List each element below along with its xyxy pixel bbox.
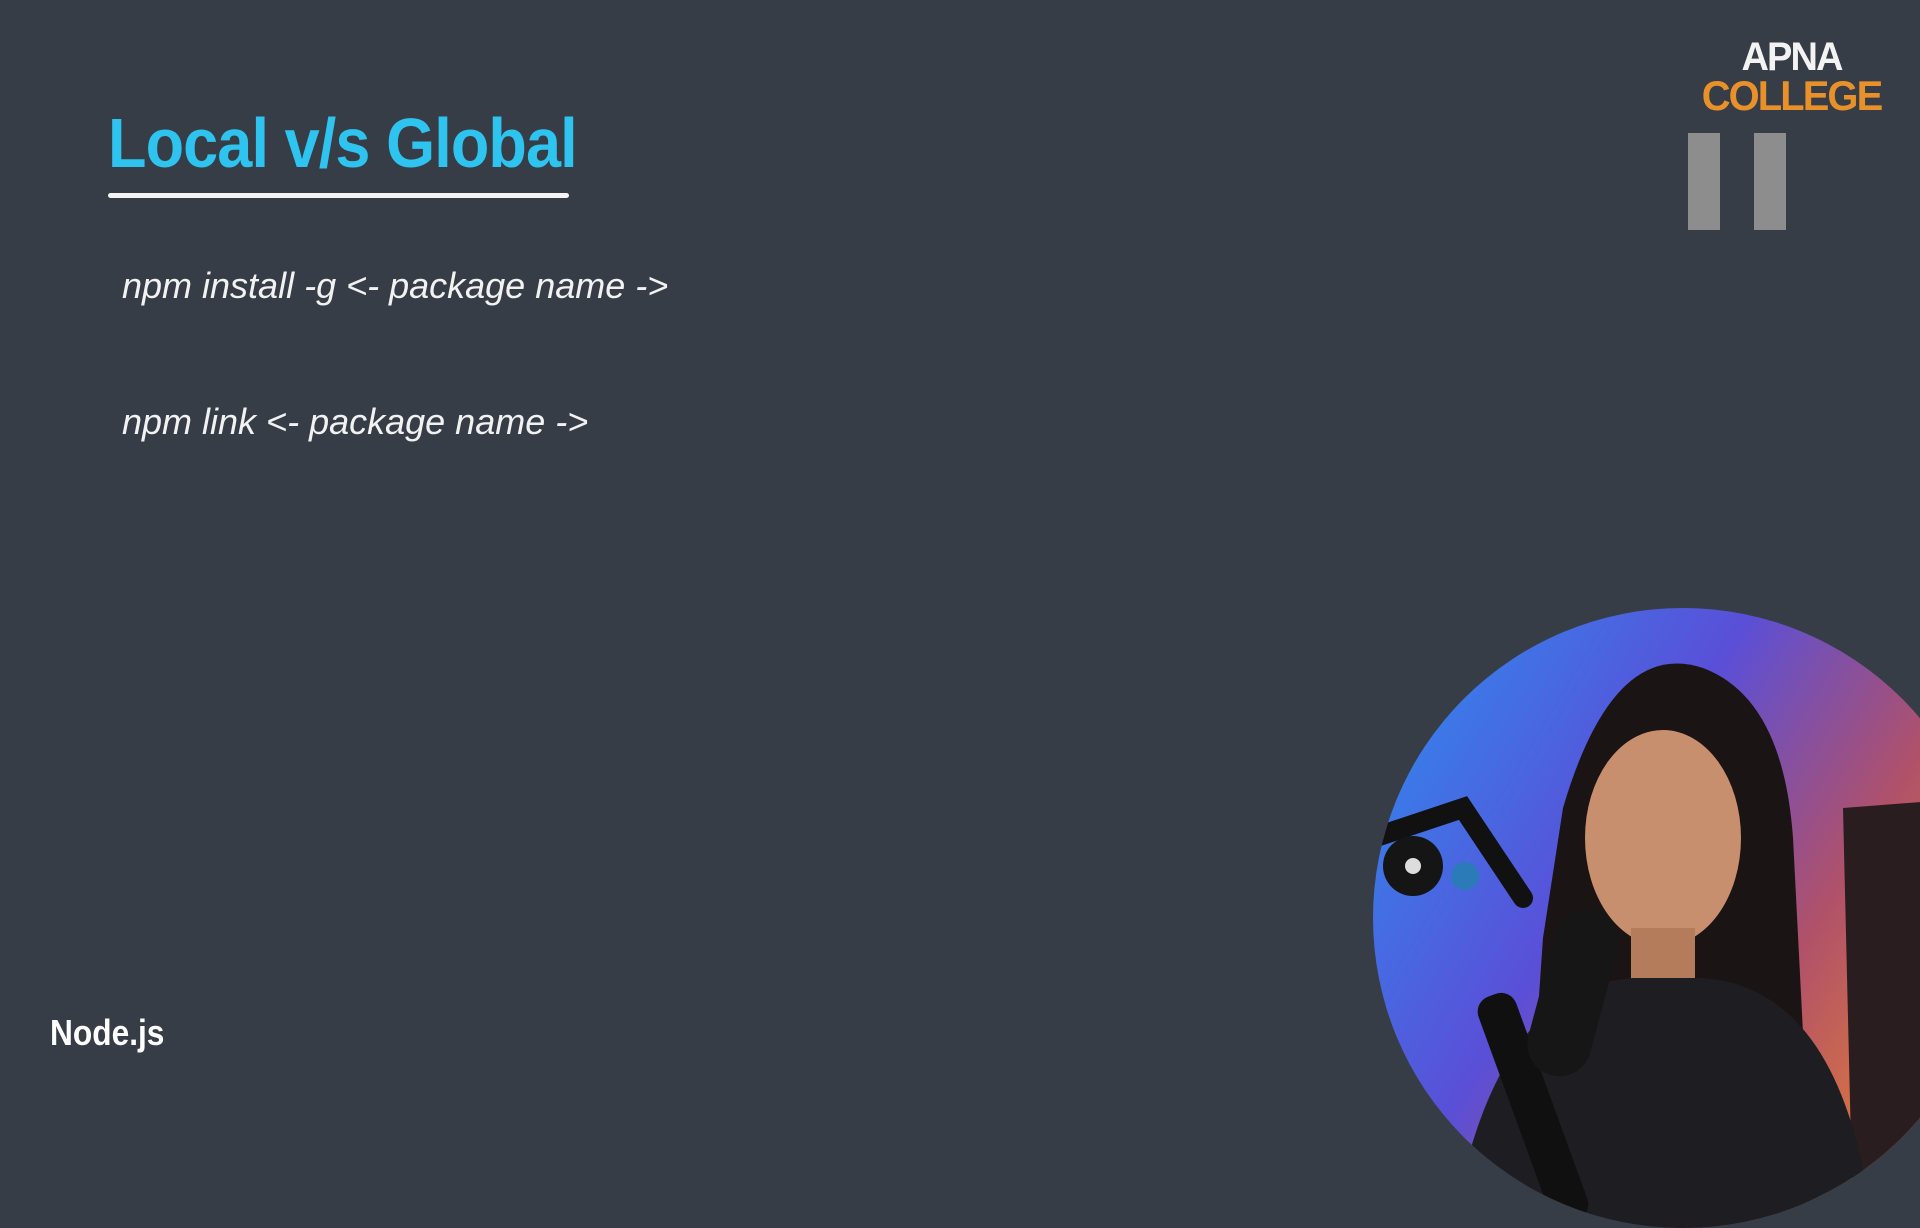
slide-title: Local v/s Global [108, 104, 578, 182]
course-label: Node.js [50, 1012, 165, 1053]
presenter-video [1373, 608, 1920, 1228]
pause-bar-right [1754, 133, 1786, 230]
logo-line-apna: APNA [1741, 35, 1843, 79]
title-underline [108, 193, 569, 198]
logo-line-college: COLLEGE [1701, 72, 1883, 119]
pause-icon[interactable] [1688, 133, 1786, 230]
command-npm-link: npm link <- package name -> [122, 401, 589, 442]
pause-bar-left [1688, 133, 1720, 230]
command-npm-install-global: npm install -g <- package name -> [122, 265, 669, 306]
webcam-overlay [1373, 608, 1920, 1228]
apna-college-logo: APNA COLLEGE [1701, 35, 1883, 119]
